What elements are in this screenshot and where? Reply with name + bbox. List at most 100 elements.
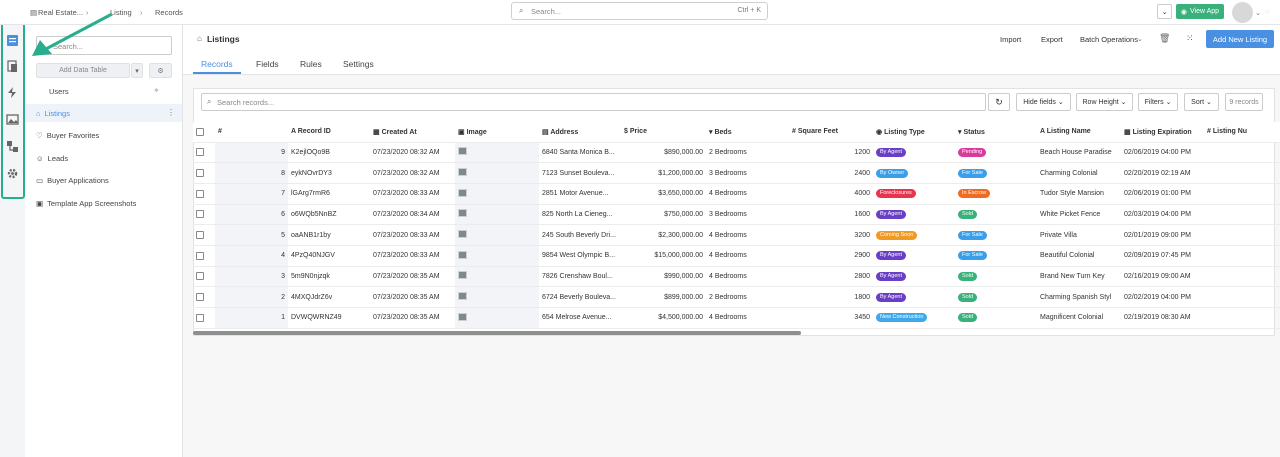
cell-listing-number[interactable] <box>1204 204 1280 226</box>
cell-status[interactable]: For Sale <box>955 162 1037 184</box>
cell-record-id[interactable]: 4PzQ40NJGV <box>288 245 370 267</box>
cell-address[interactable]: 654 Melrose Avenue... <box>539 307 621 329</box>
cell-beds[interactable]: 4 Bedrooms <box>706 183 789 205</box>
cell-listing-number[interactable] <box>1204 266 1280 288</box>
avatar[interactable] <box>1232 2 1253 23</box>
cell-created-at[interactable]: 07/23/2020 08:35 AM <box>370 286 455 308</box>
column-header-address[interactable]: ▤ Address <box>539 122 621 143</box>
cell-listing-name[interactable]: Magnificent Colonial <box>1037 307 1121 329</box>
table-row[interactable]: 4 4PzQ40NJGV 07/23/2020 08:33 AM 9854 West … <box>193 245 1280 267</box>
row-checkbox[interactable] <box>193 142 215 164</box>
cell-listing-name[interactable]: Beautiful Colonial <box>1037 245 1121 267</box>
checkbox-icon[interactable] <box>196 210 204 219</box>
chevron-down-icon[interactable]: ⌄ <box>1157 4 1172 19</box>
tab-rules[interactable]: Rules <box>300 59 322 69</box>
column-header-number[interactable]: # <box>215 122 288 143</box>
cell-price[interactable]: $2,300,000.00 <box>621 224 706 246</box>
cell-created-at[interactable]: 07/23/2020 08:35 AM <box>370 266 455 288</box>
sidebar-item-buyer-applications[interactable]: ▭ Buyer Applications <box>36 176 109 185</box>
listing-thumbnail[interactable] <box>458 292 467 301</box>
cell-image[interactable] <box>455 183 539 205</box>
cell-listing-expiration[interactable]: 02/01/2019 09:00 PM <box>1121 224 1204 246</box>
cell-created-at[interactable]: 07/23/2020 08:33 AM <box>370 245 455 267</box>
cell-number[interactable]: 6 <box>215 204 288 226</box>
horizontal-scrollbar[interactable] <box>193 331 801 335</box>
sidebar-item-listings[interactable]: ⌂ Listings <box>36 109 70 118</box>
table-row[interactable]: 9 K2ejlOQo9B 07/23/2020 08:32 AM 6840 Santa… <box>193 142 1280 164</box>
cell-beds[interactable]: 2 Bedrooms <box>706 142 789 164</box>
hide-fields-button[interactable]: Hide fields ⌄ <box>1016 93 1071 111</box>
cell-image[interactable] <box>455 286 539 308</box>
global-search-input[interactable]: ⌕ Search... Ctrl + K <box>511 2 768 20</box>
cell-status[interactable]: In Escrow <box>955 183 1037 205</box>
table-row[interactable]: 3 5m9N0njzqk 07/23/2020 08:35 AM 7826 Crens… <box>193 266 1280 288</box>
breadcrumb-page[interactable]: Records <box>155 8 183 17</box>
cell-listing-expiration[interactable]: 02/03/2019 04:00 PM <box>1121 204 1204 226</box>
checkbox-icon[interactable] <box>196 293 204 302</box>
cell-listing-type[interactable]: Foreclosures <box>873 183 955 205</box>
cell-address[interactable]: 6840 Santa Monica B... <box>539 142 621 164</box>
cell-square-feet[interactable]: 1600 <box>789 204 873 226</box>
table-settings-icon[interactable]: ⚙ <box>149 63 172 78</box>
row-checkbox[interactable] <box>193 183 215 205</box>
cell-listing-name[interactable]: Charming Colonial <box>1037 162 1121 184</box>
pages-icon[interactable] <box>6 60 19 73</box>
gear-icon[interactable] <box>6 167 19 180</box>
checkbox-icon[interactable] <box>196 251 204 260</box>
cell-status[interactable]: Sold <box>955 266 1037 288</box>
table-row[interactable]: 7 lGArg7rmR6 07/23/2020 08:33 AM 2851 Motor… <box>193 183 1280 205</box>
cell-listing-name[interactable]: White Picket Fence <box>1037 204 1121 226</box>
sidebar-item-leads[interactable]: ☺ Leads <box>36 154 68 163</box>
row-checkbox[interactable] <box>193 204 215 226</box>
cell-listing-name[interactable]: Brand New Turn Key <box>1037 266 1121 288</box>
cell-listing-expiration[interactable]: 02/19/2019 08:30 AM <box>1121 307 1204 329</box>
tab-settings[interactable]: Settings <box>343 59 374 69</box>
cell-price[interactable]: $750,000.00 <box>621 204 706 226</box>
cell-listing-name[interactable]: Tudor Style Mansion <box>1037 183 1121 205</box>
checkbox-icon[interactable] <box>196 148 204 157</box>
cell-square-feet[interactable]: 2800 <box>789 266 873 288</box>
cell-price[interactable]: $1,200,000.00 <box>621 162 706 184</box>
cell-image[interactable] <box>455 142 539 164</box>
cell-record-id[interactable]: DVWQWRNZ49 <box>288 307 370 329</box>
cell-price[interactable]: $4,500,000.00 <box>621 307 706 329</box>
batch-operations-button[interactable]: Batch Operations <box>1080 35 1138 44</box>
row-checkbox[interactable] <box>193 162 215 184</box>
cell-price[interactable]: $15,000,000.00 <box>621 245 706 267</box>
view-app-button[interactable]: ◉ View App <box>1176 4 1224 19</box>
sidebar-item-template-app-screenshots[interactable]: ▣ Template App Screenshots <box>36 199 136 208</box>
sidebar-item-buyer-favorites[interactable]: ♡ Buyer Favorites <box>36 131 99 140</box>
cell-number[interactable]: 7 <box>215 183 288 205</box>
sort-button[interactable]: Sort ⌄ <box>1184 93 1219 111</box>
checkbox-icon[interactable] <box>196 189 204 198</box>
cell-beds[interactable]: 2 Bedrooms <box>706 286 789 308</box>
cell-record-id[interactable]: 4MXQJdrZ6v <box>288 286 370 308</box>
cell-number[interactable]: 3 <box>215 266 288 288</box>
cell-listing-type[interactable]: New Construction <box>873 307 955 329</box>
cell-listing-number[interactable] <box>1204 307 1280 329</box>
cell-beds[interactable]: 4 Bedrooms <box>706 307 789 329</box>
row-checkbox[interactable] <box>193 307 215 329</box>
cell-status[interactable]: Sold <box>955 286 1037 308</box>
checkbox-icon[interactable] <box>196 231 204 240</box>
automation-icon[interactable] <box>6 86 19 99</box>
cell-record-id[interactable]: oaANB1r1by <box>288 224 370 246</box>
cell-image[interactable] <box>455 224 539 246</box>
cell-created-at[interactable]: 07/23/2020 08:32 AM <box>370 142 455 164</box>
cell-square-feet[interactable]: 2900 <box>789 245 873 267</box>
column-header-listing-number[interactable]: # Listing Nu <box>1204 122 1280 143</box>
cell-square-feet[interactable]: 4000 <box>789 183 873 205</box>
records-search-input[interactable]: ⌕ Search records... <box>201 93 986 111</box>
cell-image[interactable] <box>455 245 539 267</box>
cell-listing-expiration[interactable]: 02/06/2019 04:00 PM <box>1121 142 1204 164</box>
cell-listing-type[interactable]: By Agent <box>873 204 955 226</box>
cell-image[interactable] <box>455 162 539 184</box>
checkbox-icon[interactable] <box>196 169 204 178</box>
cell-created-at[interactable]: 07/23/2020 08:33 AM <box>370 183 455 205</box>
filters-button[interactable]: Filters ⌄ <box>1138 93 1178 111</box>
chevron-down-icon[interactable]: ⌄ <box>1255 9 1261 17</box>
row-height-button[interactable]: Row Height ⌄ <box>1076 93 1133 111</box>
listing-thumbnail[interactable] <box>458 168 467 177</box>
cell-address[interactable]: 2851 Motor Avenue... <box>539 183 621 205</box>
cell-square-feet[interactable]: 1200 <box>789 142 873 164</box>
